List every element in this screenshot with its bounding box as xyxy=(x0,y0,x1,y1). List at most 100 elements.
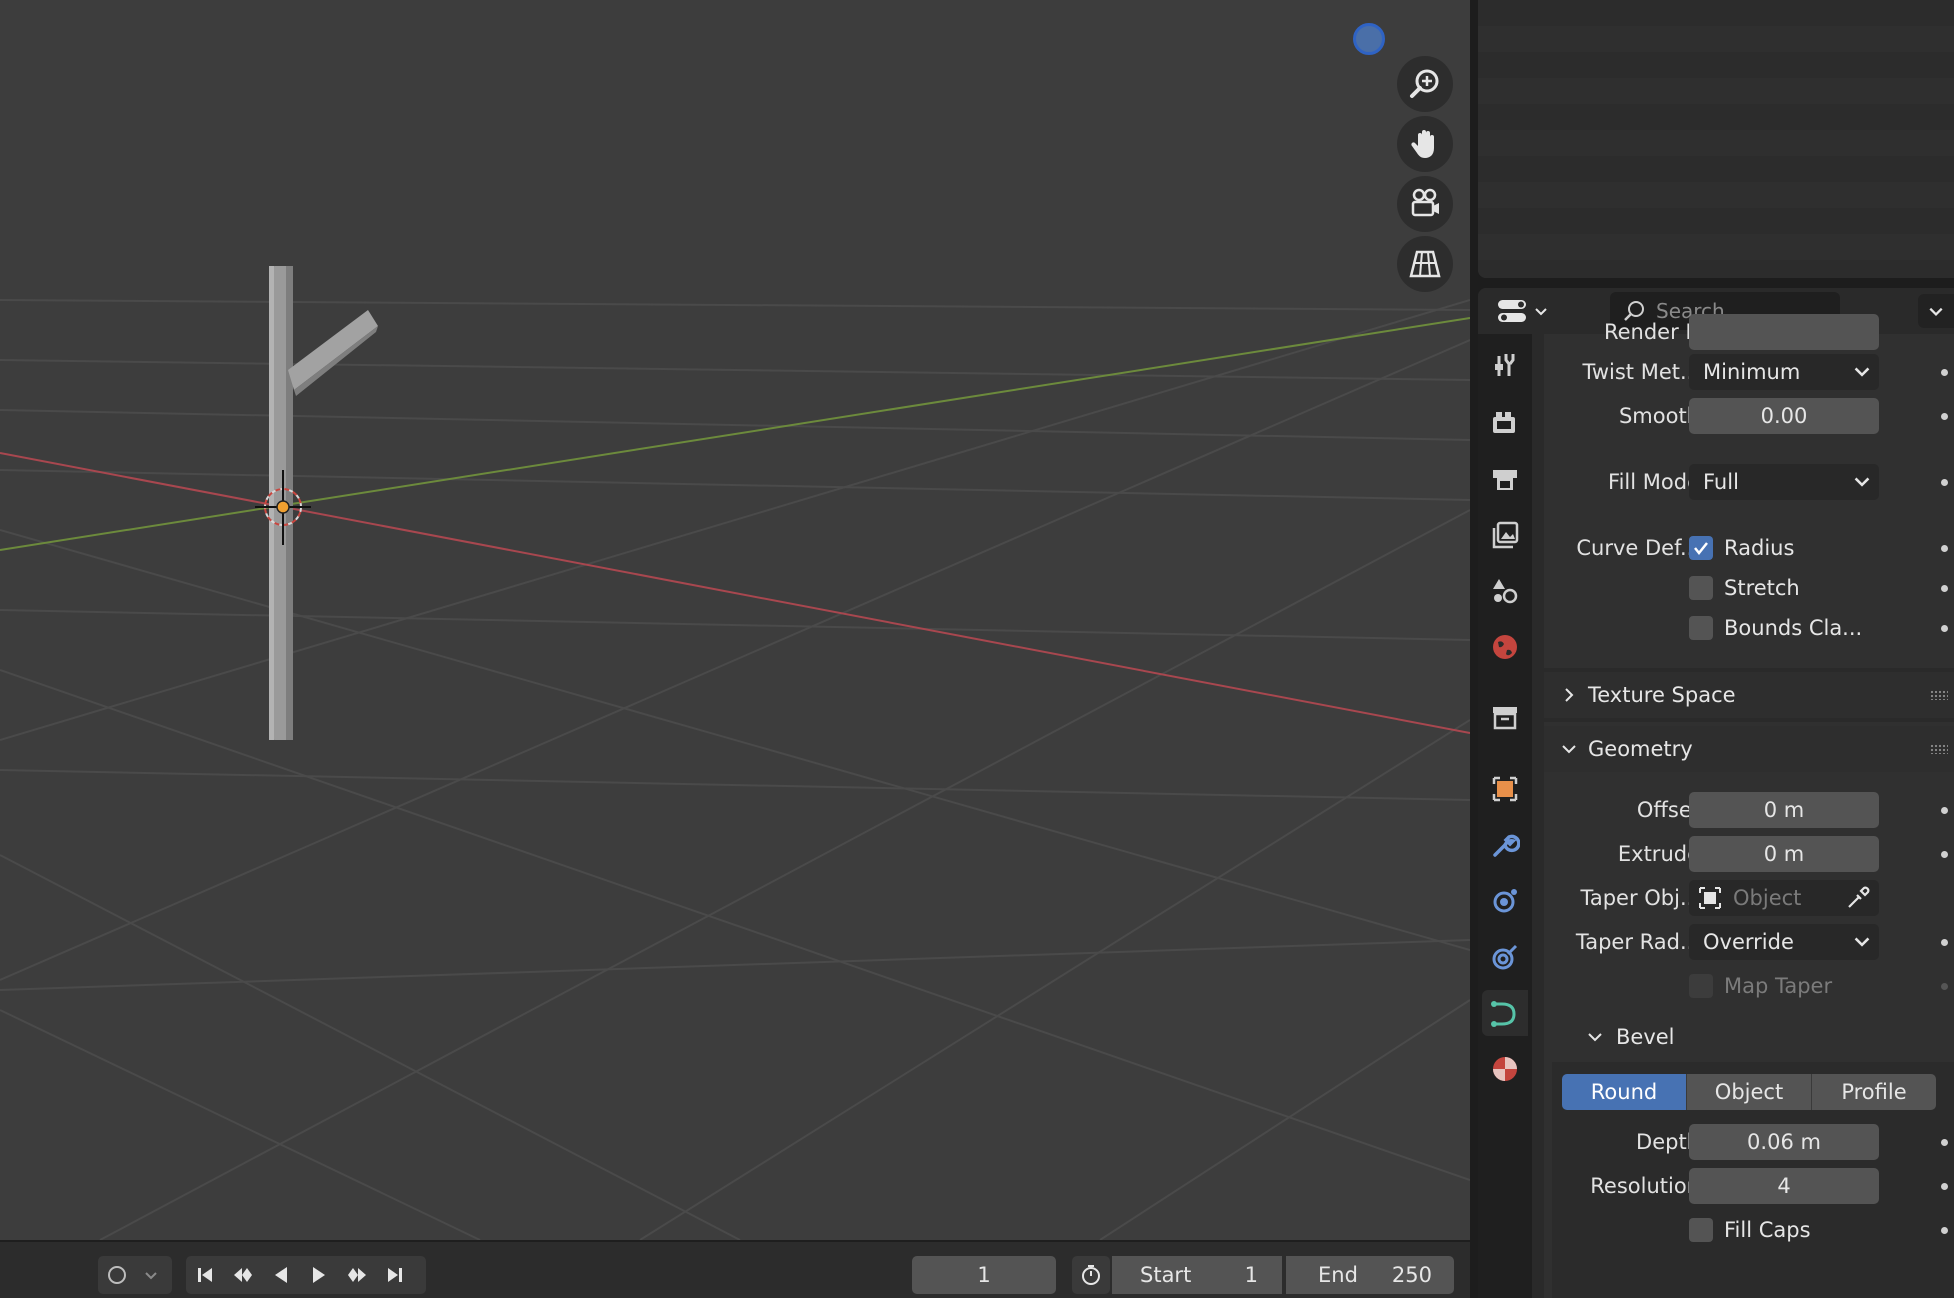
tab-object[interactable] xyxy=(1482,766,1528,812)
chevron-down-icon xyxy=(1588,1033,1602,1042)
end-frame-field[interactable]: End 250 xyxy=(1286,1256,1454,1294)
twist-method-dropdown[interactable]: Minimum xyxy=(1689,354,1879,390)
bevel-mode-round[interactable]: Round xyxy=(1562,1074,1687,1110)
play-icon[interactable] xyxy=(300,1256,338,1294)
taper-object-label: Taper Obj... xyxy=(1580,886,1701,910)
next-keyframe-icon[interactable] xyxy=(338,1256,376,1294)
jump-to-start-icon[interactable] xyxy=(186,1256,224,1294)
taper-radius-dropdown[interactable]: Override xyxy=(1689,924,1879,960)
start-frame-field[interactable]: Start 1 xyxy=(1112,1256,1282,1294)
extrude-field[interactable]: 0 m xyxy=(1689,836,1879,872)
curve-data-icon xyxy=(1491,1001,1516,1027)
smooth-row: Smooth 0.00 xyxy=(1544,398,1954,434)
taper-object-field[interactable]: Object xyxy=(1689,880,1879,916)
use-preview-range-button[interactable] xyxy=(1072,1256,1110,1294)
fill-mode-row: Fill Mode Full xyxy=(1544,464,1954,500)
map-taper-row: Map Taper xyxy=(1544,968,1954,1004)
play-reverse-icon[interactable] xyxy=(262,1256,300,1294)
zoom-icon xyxy=(1410,69,1439,98)
taper-radius-value: Override xyxy=(1703,930,1794,954)
image-stack-icon xyxy=(1492,521,1519,549)
keyframe-dot[interactable] xyxy=(1941,585,1948,592)
tab-material[interactable] xyxy=(1482,1046,1528,1092)
keyframe-dot[interactable] xyxy=(1941,851,1948,858)
keyframe-dot[interactable] xyxy=(1941,369,1948,376)
start-frame-value: 1 xyxy=(1244,1263,1258,1287)
tab-render[interactable] xyxy=(1482,400,1528,446)
keyframe-dot[interactable] xyxy=(1941,939,1948,946)
tab-modifiers[interactable] xyxy=(1482,822,1528,868)
tab-tool[interactable] xyxy=(1482,342,1528,388)
geometry-title: Geometry xyxy=(1588,737,1693,761)
object-icon xyxy=(1699,887,1721,909)
outliner-panel[interactable] xyxy=(1478,0,1954,278)
tab-output[interactable] xyxy=(1482,456,1528,502)
bevel-mode-profile[interactable]: Profile xyxy=(1812,1074,1936,1110)
geometry-panel-header[interactable]: Geometry xyxy=(1544,726,1954,772)
render-resolution-field[interactable] xyxy=(1689,314,1879,350)
keyframe-dot[interactable] xyxy=(1941,1139,1948,1146)
tab-world[interactable] xyxy=(1482,624,1528,670)
pan-button[interactable] xyxy=(1397,116,1453,172)
bevel-mode-object[interactable]: Object xyxy=(1687,1074,1812,1110)
bevel-mode-selector: Round Object Profile xyxy=(1562,1074,1936,1110)
drag-handle-icon[interactable] xyxy=(1930,690,1948,700)
current-frame-field[interactable]: 1 xyxy=(912,1256,1056,1294)
fill-mode-dropdown[interactable]: Full xyxy=(1689,464,1879,500)
bounds-clamp-checkbox[interactable] xyxy=(1689,616,1713,640)
eyedropper-icon[interactable] xyxy=(1845,885,1871,911)
tab-constraints[interactable] xyxy=(1482,934,1528,980)
tab-particles[interactable] xyxy=(1482,878,1528,924)
tab-scene[interactable] xyxy=(1482,568,1528,614)
start-frame-label: Start xyxy=(1140,1263,1192,1287)
properties-editor: Render R Twist Met... Minimum Smooth 0.0… xyxy=(1478,288,1954,1298)
3d-viewport[interactable] xyxy=(0,0,1470,1240)
checkmark-icon xyxy=(1694,542,1708,556)
camera-view-button[interactable] xyxy=(1397,176,1453,232)
navigation-gizmo[interactable] xyxy=(1353,23,1385,55)
fill-caps-checkbox[interactable] xyxy=(1689,1218,1713,1242)
keyframe-dot[interactable] xyxy=(1941,1183,1948,1190)
resolution-row: Resolution 4 xyxy=(1544,1168,1954,1204)
keyframe-dot[interactable] xyxy=(1941,413,1948,420)
keyframe-dot[interactable] xyxy=(1941,625,1948,632)
record-icon xyxy=(98,1256,136,1294)
properties-content[interactable]: Render R Twist Met... Minimum Smooth 0.0… xyxy=(1544,314,1954,1298)
zoom-button[interactable] xyxy=(1397,56,1453,112)
jump-to-end-icon[interactable] xyxy=(376,1256,414,1294)
keyframe-dot[interactable] xyxy=(1941,479,1948,486)
fill-caps-label: Fill Caps xyxy=(1724,1218,1811,1242)
tab-collection[interactable] xyxy=(1482,694,1528,740)
texture-space-panel-header[interactable]: Texture Space xyxy=(1544,672,1954,718)
properties-editor-icon xyxy=(1498,300,1526,322)
keyframe-dot[interactable] xyxy=(1941,807,1948,814)
chevron-down-icon xyxy=(1854,477,1870,487)
map-taper-checkbox[interactable] xyxy=(1689,974,1713,998)
offset-row: Offset 0 m xyxy=(1544,792,1954,828)
drag-handle-icon[interactable] xyxy=(1930,744,1948,754)
perspective-toggle-button[interactable] xyxy=(1397,236,1453,292)
taper-radius-row: Taper Rad... Override xyxy=(1544,924,1954,960)
material-icon xyxy=(1493,1057,1517,1081)
chevron-down-icon xyxy=(1562,745,1576,754)
tab-curve-data[interactable] xyxy=(1482,990,1528,1036)
render-icon xyxy=(1493,412,1515,433)
resolution-field[interactable]: 4 xyxy=(1689,1168,1879,1204)
stretch-checkbox[interactable] xyxy=(1689,576,1713,600)
fill-mode-label: Fill Mode xyxy=(1608,470,1700,494)
smooth-field[interactable]: 0.00 xyxy=(1689,398,1879,434)
radius-checkbox[interactable] xyxy=(1689,536,1713,560)
keying-popover[interactable] xyxy=(98,1256,172,1294)
depth-field[interactable]: 0.06 m xyxy=(1689,1124,1879,1160)
camera-icon xyxy=(1411,188,1439,217)
keyframe-dot[interactable] xyxy=(1941,545,1948,552)
viewport-scene xyxy=(0,266,1470,1240)
keyframe-dot[interactable] xyxy=(1941,1227,1948,1234)
fill-caps-row: Fill Caps xyxy=(1544,1212,1954,1248)
keyframe-dot[interactable] xyxy=(1941,983,1948,990)
previous-keyframe-icon[interactable] xyxy=(224,1256,262,1294)
extrude-row: Extrude 0 m xyxy=(1544,836,1954,872)
offset-field[interactable]: 0 m xyxy=(1689,792,1879,828)
tab-view-layer[interactable] xyxy=(1482,512,1528,558)
bevel-subpanel-header[interactable]: Bevel xyxy=(1544,1014,1954,1060)
